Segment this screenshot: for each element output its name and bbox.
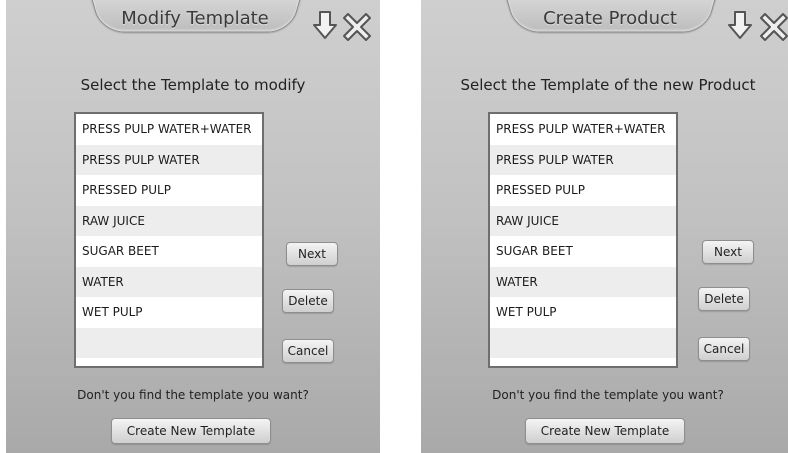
footer-question: Don't you find the template you want?: [492, 388, 724, 402]
list-item[interactable]: RAW JUICE: [76, 205, 262, 236]
create-new-template-button[interactable]: Create New Template: [525, 418, 685, 444]
panel-title: Create Product: [543, 8, 677, 29]
next-button[interactable]: Next: [702, 240, 754, 264]
close-icon[interactable]: [759, 12, 788, 42]
list-item[interactable]: [76, 358, 262, 366]
cancel-button[interactable]: Cancel: [282, 339, 334, 363]
create-new-template-button[interactable]: Create New Template: [111, 418, 271, 444]
list-item[interactable]: WATER: [76, 266, 262, 297]
list-item[interactable]: PRESS PULP WATER+WATER: [76, 114, 262, 145]
list-item[interactable]: [490, 327, 676, 358]
list-item[interactable]: WET PULP: [490, 297, 676, 328]
down-arrow-icon[interactable]: [727, 10, 753, 40]
select-prompt: Select the Template of the new Product: [460, 76, 756, 94]
modify-template-panel: Modify Template Select the Template to m…: [6, 0, 380, 453]
panel-title: Modify Template: [121, 8, 269, 29]
list-item[interactable]: SUGAR BEET: [76, 236, 262, 267]
next-button[interactable]: Next: [286, 242, 338, 266]
list-item[interactable]: [490, 358, 676, 366]
template-list[interactable]: PRESS PULP WATER+WATER PRESS PULP WATER …: [74, 112, 264, 368]
close-icon[interactable]: [342, 12, 372, 42]
delete-button[interactable]: Delete: [698, 287, 750, 311]
list-item[interactable]: RAW JUICE: [490, 205, 676, 236]
down-arrow-icon[interactable]: [312, 10, 338, 40]
select-prompt: Select the Template to modify: [80, 76, 306, 94]
footer-question: Don't you find the template you want?: [77, 388, 309, 402]
delete-button[interactable]: Delete: [282, 289, 334, 313]
list-item[interactable]: SUGAR BEET: [490, 236, 676, 267]
list-item[interactable]: PRESSED PULP: [490, 175, 676, 206]
cancel-button[interactable]: Cancel: [698, 337, 750, 361]
list-item[interactable]: PRESS PULP WATER+WATER: [490, 114, 676, 145]
list-item[interactable]: PRESS PULP WATER: [490, 144, 676, 175]
list-item[interactable]: PRESSED PULP: [76, 175, 262, 206]
template-list[interactable]: PRESS PULP WATER+WATER PRESS PULP WATER …: [488, 112, 678, 368]
list-item[interactable]: WET PULP: [76, 297, 262, 328]
create-product-panel: Create Product Select the Template of th…: [421, 0, 788, 453]
list-item[interactable]: WATER: [490, 266, 676, 297]
list-item[interactable]: PRESS PULP WATER: [76, 144, 262, 175]
list-item[interactable]: [76, 327, 262, 358]
